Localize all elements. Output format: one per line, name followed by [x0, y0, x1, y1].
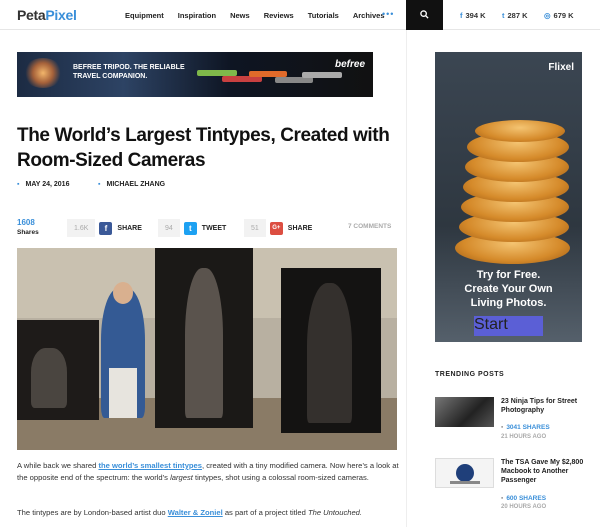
flixel-logo: Flixel	[548, 62, 574, 73]
trending-heading: TRENDING POSTS	[435, 371, 505, 378]
ad-cta-line: Living Photos.	[470, 297, 547, 309]
nav-item-archives[interactable]: Archives	[353, 11, 385, 20]
twitter-followers[interactable]: t 287 K	[502, 11, 528, 20]
site-logo[interactable]: PetaPixel	[17, 7, 77, 23]
tripod-image	[302, 72, 342, 78]
banner-ad[interactable]: BEFREE TRIPOD. THE RELIABLE TRAVEL COMPAN…	[17, 52, 373, 97]
smallest-tintypes-link[interactable]: the world’s smallest tintypes	[98, 461, 202, 470]
share-count: 1.6K	[67, 219, 96, 237]
share-label: SHARE	[287, 224, 313, 232]
trending-post-shares: ▪ 600 SHARES	[501, 495, 547, 502]
more-menu-icon[interactable]: •••	[382, 9, 394, 19]
lock-icon: ▪	[501, 495, 504, 502]
comments-link[interactable]: 7 COMMENTS	[348, 223, 391, 230]
nav-item-news[interactable]: News	[230, 11, 250, 20]
article-paragraph: A while back we shared the world’s small…	[17, 461, 399, 482]
ad-cta-line: Try for Free.	[476, 269, 541, 281]
nav-item-reviews[interactable]: Reviews	[264, 11, 294, 20]
facebook-followers[interactable]: f 394 K	[460, 11, 486, 20]
trending-thumbnail[interactable]	[435, 458, 494, 488]
trending-post-title[interactable]: 23 Ninja Tips for Street Photography	[501, 397, 591, 415]
nav-item-tutorials[interactable]: Tutorials	[308, 11, 339, 20]
shares-count: 1608	[17, 218, 35, 227]
article-hero-image	[17, 248, 397, 450]
ad-cta-line: Create Your Own	[464, 283, 553, 295]
nav-item-inspiration[interactable]: Inspiration	[178, 11, 216, 20]
lock-icon: ▪	[501, 424, 504, 431]
facebook-share-button[interactable]: 1.6K f SHARE	[67, 219, 142, 237]
flixel-ad[interactable]: Flixel Try for Free. Create Your Own Liv…	[435, 52, 582, 342]
banner-sunset-image	[23, 58, 63, 88]
trending-thumbnail[interactable]	[435, 397, 494, 427]
calendar-icon: ▪	[17, 181, 20, 188]
banner-brand-logo: befree	[334, 59, 365, 70]
twitter-icon: t	[183, 221, 197, 235]
ad-start-button[interactable]: Start Here	[474, 316, 543, 336]
article-author[interactable]: ▪ MICHAEL ZHANG	[98, 181, 165, 188]
top-nav: PetaPixel Equipment Inspiration News Rev…	[0, 0, 600, 30]
search-icon	[420, 10, 429, 19]
twitter-share-button[interactable]: 94 t TWEET	[158, 219, 226, 237]
article-paragraph: The tintypes are by London-based artist …	[17, 508, 363, 517]
share-label: TWEET	[201, 224, 227, 232]
banner-headline: BEFREE TRIPOD. THE RELIABLE TRAVEL COMPAN…	[73, 64, 185, 80]
trending-post-time: 20 HOURS AGO	[501, 504, 547, 510]
facebook-icon: f	[99, 221, 113, 235]
trending-post-time: 21 HOURS AGO	[501, 434, 547, 440]
article-date: ▪ MAY 24, 2016	[17, 181, 70, 188]
search-button[interactable]	[406, 0, 443, 30]
instagram-icon: ◎	[544, 11, 551, 20]
main-menu: Equipment Inspiration News Reviews Tutor…	[125, 11, 399, 20]
share-label: SHARE	[117, 224, 142, 232]
shares-label: Shares	[17, 229, 39, 236]
instagram-followers[interactable]: ◎ 679 K	[544, 11, 574, 20]
user-icon: ▪	[98, 181, 101, 188]
twitter-icon: t	[502, 11, 505, 20]
share-count: 51	[244, 219, 266, 237]
nav-item-equipment[interactable]: Equipment	[125, 11, 164, 20]
article-title: The World’s Largest Tintypes, Created wi…	[17, 125, 390, 171]
googleplus-icon: G+	[269, 221, 283, 235]
trending-post-title[interactable]: The TSA Gave My $2,800 Macbook to Anothe…	[501, 458, 591, 485]
share-count: 94	[158, 219, 180, 237]
googleplus-share-button[interactable]: 51 G+ SHARE	[244, 219, 312, 237]
trending-post-shares: ▪ 3041 SHARES	[501, 424, 550, 431]
artist-link[interactable]: Walter & Zoniel	[168, 508, 223, 517]
facebook-icon: f	[460, 11, 463, 20]
